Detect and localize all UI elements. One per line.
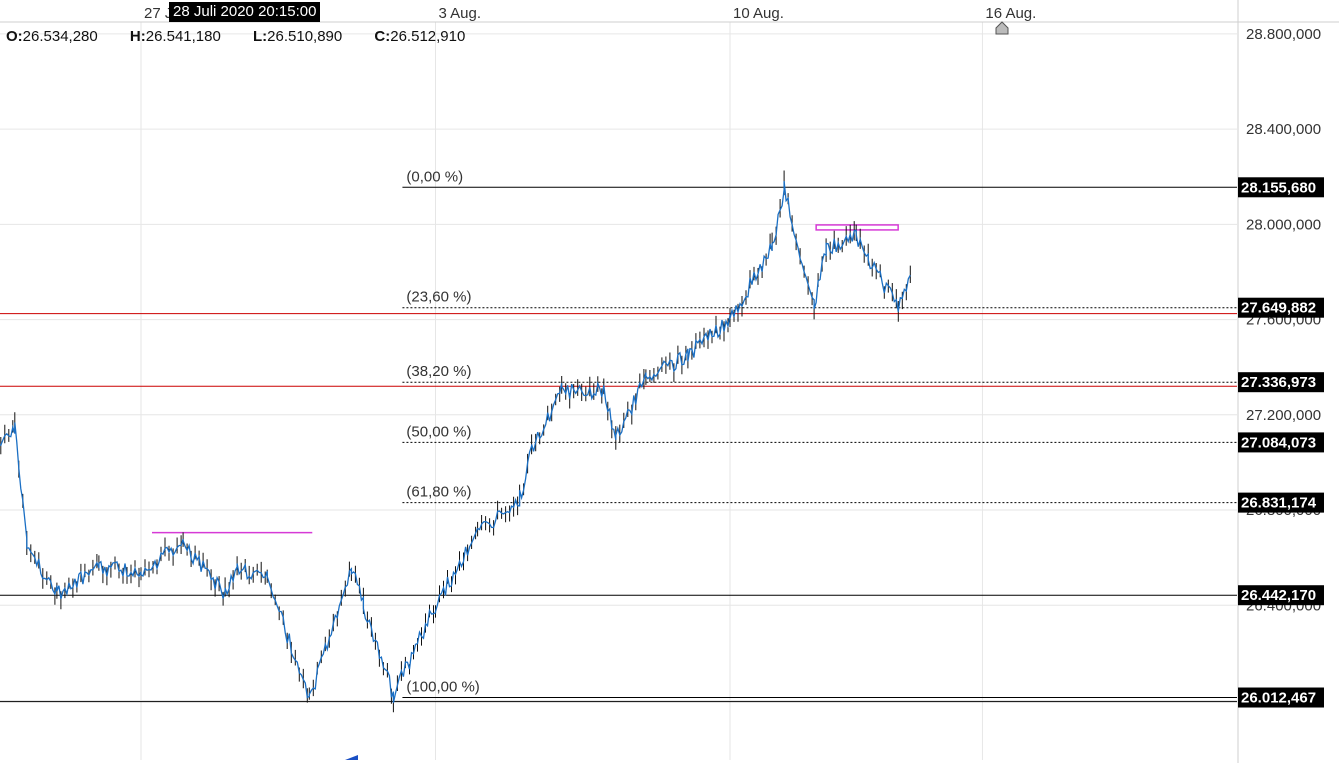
low-value: 26.510,890 bbox=[267, 28, 343, 45]
fib-value-label: 28.155,680 bbox=[1241, 179, 1316, 196]
fib-value-label: 26.012,467 bbox=[1241, 690, 1316, 707]
level-value-label: 26.442,170 bbox=[1241, 587, 1316, 604]
x-tick-label: 16 Aug. bbox=[985, 5, 1036, 22]
open-label: O: bbox=[6, 28, 23, 45]
y-tick-label: 28.400,000 bbox=[1246, 121, 1321, 138]
price-chart[interactable]: 27 J3 Aug. 10 Aug. 16 Aug.28.800,00028.400… bbox=[0, 0, 1339, 763]
y-tick-label: 28.000,000 bbox=[1246, 216, 1321, 233]
ohlc-readout: O:26.534,280 H:26.541,180 L:26.510,890 C… bbox=[6, 28, 493, 45]
price-candle-wicks bbox=[0, 170, 911, 713]
alert-arrow-icon bbox=[995, 21, 1009, 35]
high-value: 26.541,180 bbox=[145, 28, 221, 45]
y-tick-label: 28.800,000 bbox=[1246, 26, 1321, 43]
fib-level-label: (0,00 %) bbox=[406, 168, 463, 185]
fib-level-label: (100,00 %) bbox=[406, 679, 479, 696]
fib-value-label: 27.336,973 bbox=[1241, 374, 1316, 391]
close-label: C: bbox=[374, 28, 391, 45]
close-value: 26.512,910 bbox=[390, 28, 466, 45]
open-value: 26.534,280 bbox=[22, 28, 98, 45]
low-label: L: bbox=[253, 28, 268, 45]
high-label: H: bbox=[129, 28, 146, 45]
x-tick-label: 3 Aug. bbox=[439, 5, 482, 22]
crosshair-time-label: 28 Juli 2020 20:15:00 bbox=[169, 2, 321, 22]
fib-value-label: 27.084,073 bbox=[1241, 434, 1316, 451]
drawing-tool-marker-icon bbox=[345, 755, 358, 760]
fib-value-label: 26.831,174 bbox=[1241, 495, 1317, 512]
y-tick-label: 27.200,000 bbox=[1246, 407, 1321, 424]
fib-level-label: (38,20 %) bbox=[406, 363, 471, 380]
fib-level-label: (23,60 %) bbox=[406, 289, 471, 306]
fib-level-label: (61,80 %) bbox=[406, 484, 471, 501]
magenta-level-box bbox=[815, 224, 899, 231]
fib-value-label: 27.649,882 bbox=[1241, 300, 1316, 317]
fib-level-label: (50,00 %) bbox=[406, 423, 471, 440]
x-tick-label: 10 Aug. bbox=[733, 5, 784, 22]
